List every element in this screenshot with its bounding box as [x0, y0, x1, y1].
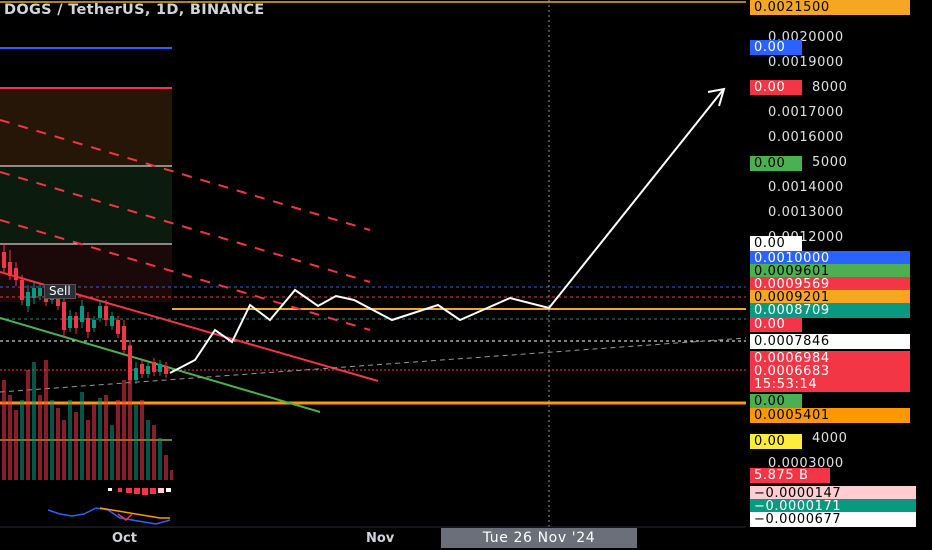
price-badge: 0.00 [750, 156, 802, 171]
symbol-title[interactable]: DOGS / TetherUS, 1D, BINANCE [4, 2, 264, 18]
volume-bars [2, 345, 173, 480]
crosshair-date-label: Tue 26 Nov '24 [441, 528, 637, 548]
oscillator-badge: −0.0000677 [750, 512, 916, 527]
price-badge: 0.00 [750, 80, 802, 95]
time-label-nov: Nov [366, 531, 395, 546]
countdown-badge: 15:53:14 [750, 377, 910, 392]
zone-shade-low [0, 244, 172, 302]
price-tick: 8000 [812, 80, 848, 95]
time-label-oct: Oct [112, 531, 137, 546]
price-badge: 0.0005401 [750, 408, 910, 423]
price-badge: 0.00 [750, 40, 802, 55]
price-tick: 0.0019000 [768, 55, 844, 70]
price-tick: 0.0016000 [768, 130, 844, 145]
trendline-gray-dashed [0, 337, 747, 393]
price-badge: 0.00 [750, 236, 802, 251]
price-badge: 0.0007846 [750, 334, 910, 349]
price-tick: 0.0017000 [768, 105, 844, 120]
price-badge: 0.0021500 [750, 0, 910, 15]
price-badge: 0.00 [750, 434, 802, 449]
price-tick: 0.0013000 [768, 205, 844, 220]
price-tick: 5000 [812, 155, 848, 170]
volume-badge: 5.875 B [750, 468, 830, 483]
price-badge: 0.0008709 [750, 303, 910, 318]
price-tick: 4000 [812, 431, 848, 446]
oscillator-orange [99, 507, 170, 519]
price-badge: 0.00 [750, 394, 802, 409]
forecast-path [169, 89, 724, 374]
zone-shade-mid [0, 166, 172, 244]
price-badge: 0.00 [750, 317, 802, 332]
price-tick: 0.0014000 [768, 180, 844, 195]
sell-signal-label: Sell [44, 284, 76, 299]
oscillator-histogram [108, 488, 171, 495]
